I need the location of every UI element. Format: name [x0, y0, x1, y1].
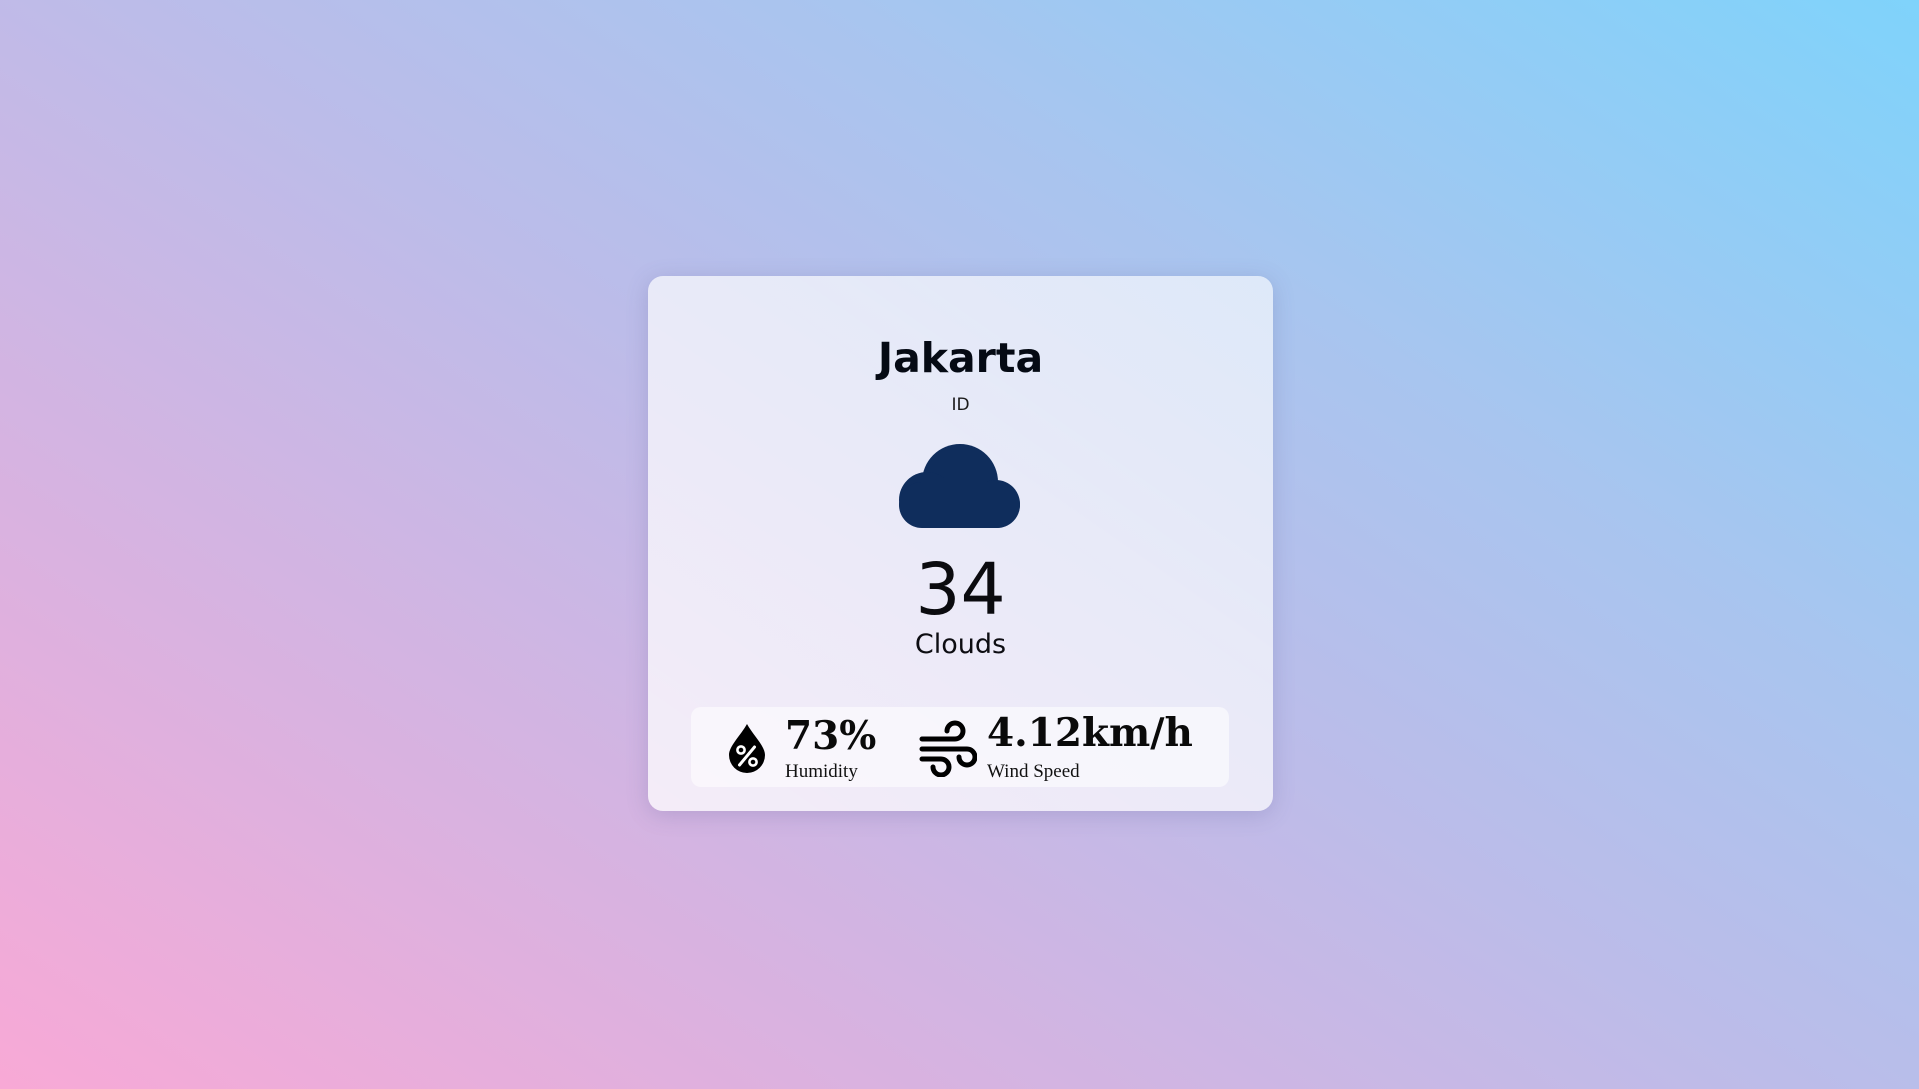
country-code: ID [951, 395, 970, 415]
humidity-label: Humidity [785, 761, 858, 782]
temperature-value: 34 [915, 548, 1006, 631]
cloud-icon [899, 444, 1020, 528]
wind-speed-value: 4.12km/h [987, 710, 1193, 756]
humidity-value: 73% [785, 713, 877, 759]
weather-details-panel: 73% Humidity 4.12km/h Wind Speed [691, 707, 1229, 787]
humidity-drop-icon [729, 724, 765, 773]
wind-speed-label: Wind Speed [987, 761, 1080, 782]
weather-description: Clouds [914, 629, 1007, 660]
city-name: Jakarta [877, 334, 1044, 382]
wind-icon [919, 720, 977, 777]
weather-card: Jakarta ID 34 Clouds 73% Humidity 4.12km… [648, 276, 1273, 811]
